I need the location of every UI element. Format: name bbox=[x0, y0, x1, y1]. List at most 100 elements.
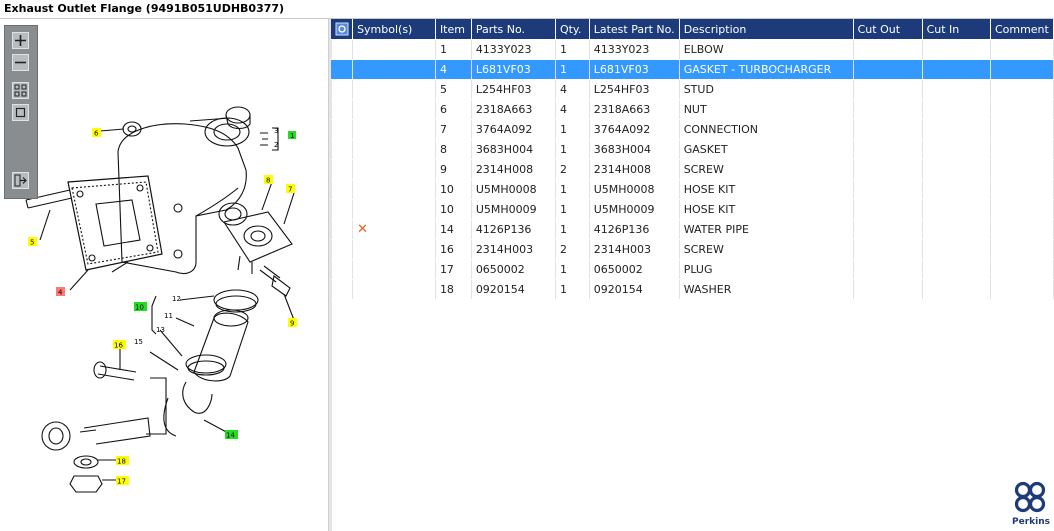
callout-9: 9 bbox=[290, 320, 294, 328]
callout-10: 10 bbox=[135, 304, 144, 312]
cell-part-no: U5MH0009 bbox=[471, 199, 556, 220]
cell-item: 18 bbox=[435, 279, 472, 300]
callout-5: 5 bbox=[30, 239, 34, 247]
table-header-row: Symbol(s) Item Parts No. Qty. Latest Par… bbox=[331, 19, 1054, 40]
cell-part-no: 2314H008 bbox=[471, 159, 556, 180]
callout-13: 13 bbox=[156, 326, 165, 334]
cell-cut-out bbox=[853, 179, 923, 200]
cell-qty: 1 bbox=[555, 179, 590, 200]
table-row[interactable]: 18 0920154 1 0920154 WASHER bbox=[331, 279, 1054, 300]
cell-qty: 1 bbox=[555, 259, 590, 280]
column-header-item[interactable]: Item bbox=[435, 19, 472, 40]
cell-qty: 1 bbox=[555, 279, 590, 300]
column-chooser-header[interactable] bbox=[331, 19, 354, 40]
column-header-parts-no[interactable]: Parts No. bbox=[471, 19, 556, 40]
callout-3: 3 bbox=[274, 127, 278, 135]
callout-6: 6 bbox=[94, 130, 99, 138]
parts-table-pane: Symbol(s) Item Parts No. Qty. Latest Par… bbox=[331, 19, 1054, 531]
fit-all-button[interactable] bbox=[12, 82, 29, 99]
column-header-qty[interactable]: Qty. bbox=[555, 19, 590, 40]
callout-16: 16 bbox=[114, 342, 123, 350]
fit-window-button[interactable] bbox=[12, 104, 29, 121]
cell-latest-part-no: L254HF03 bbox=[589, 79, 680, 100]
cell-description: WATER PIPE bbox=[679, 219, 854, 240]
cell-description: PLUG bbox=[679, 259, 854, 280]
brand-name: Perkins bbox=[1012, 517, 1050, 527]
cell-cut-in bbox=[922, 279, 991, 300]
cell-qty: 1 bbox=[555, 59, 590, 80]
minus-icon bbox=[15, 61, 26, 64]
table-row[interactable]: 10 U5MH0009 1 U5MH0009 HOSE KIT bbox=[331, 199, 1054, 220]
cell-cut-in bbox=[922, 39, 991, 60]
table-row-selected[interactable]: 4 L681VF03 1 L681VF03 GASKET - TURBOCHARGER bbox=[331, 59, 1054, 80]
cell-item: 1 bbox=[435, 39, 472, 60]
cell-symbol bbox=[352, 119, 436, 140]
cell-comment bbox=[990, 219, 1054, 240]
cell-part-no: 3764A092 bbox=[471, 119, 556, 140]
column-header-latest-part-no[interactable]: Latest Part No. bbox=[589, 19, 680, 40]
export-button[interactable] bbox=[12, 172, 29, 189]
zoom-out-button[interactable] bbox=[12, 54, 29, 71]
cell-description: GASKET bbox=[679, 139, 854, 160]
cell-latest-part-no: 2314H008 bbox=[589, 159, 680, 180]
exploded-parts-diagram[interactable]: 6 1 3 2 8 7 5 4 9 12 10 11 13 15 16 14 1… bbox=[0, 19, 328, 531]
table-row[interactable]: ✕ 14 4126P136 1 4126P136 WATER PIPE bbox=[331, 219, 1054, 240]
cell-comment bbox=[990, 99, 1054, 120]
cell-symbol bbox=[352, 139, 436, 160]
cell-comment bbox=[990, 139, 1054, 160]
cell-qty: 1 bbox=[555, 39, 590, 60]
table-row[interactable]: 7 3764A092 1 3764A092 CONNECTION bbox=[331, 119, 1054, 140]
table-row[interactable]: 17 0650002 1 0650002 PLUG bbox=[331, 259, 1054, 280]
cell-part-no: 0650002 bbox=[471, 259, 556, 280]
cell-comment bbox=[990, 39, 1054, 60]
cell-part-no: 2314H003 bbox=[471, 239, 556, 260]
callout-7: 7 bbox=[288, 186, 292, 194]
zoom-in-button[interactable] bbox=[12, 32, 29, 49]
callout-8: 8 bbox=[266, 177, 270, 185]
column-header-comment[interactable]: Comment bbox=[990, 19, 1054, 40]
table-row[interactable]: 8 3683H004 1 3683H004 GASKET bbox=[331, 139, 1054, 160]
callout-11: 11 bbox=[164, 312, 173, 320]
table-row[interactable]: 6 2318A663 4 2318A663 NUT bbox=[331, 99, 1054, 120]
cell-cut-out bbox=[853, 119, 923, 140]
cell-part-no: 4126P136 bbox=[471, 219, 556, 240]
cell-latest-part-no: 0920154 bbox=[589, 279, 680, 300]
cell-qty: 2 bbox=[555, 159, 590, 180]
cell-symbol bbox=[352, 59, 436, 80]
callout-1: 1 bbox=[290, 132, 294, 140]
cell-part-no: 4133Y023 bbox=[471, 39, 556, 60]
cell-item: 6 bbox=[435, 99, 472, 120]
cell-cut-out bbox=[853, 139, 923, 160]
grid-icon bbox=[14, 84, 27, 97]
callout-17: 17 bbox=[117, 478, 126, 486]
cell-item: 17 bbox=[435, 259, 472, 280]
column-header-description[interactable]: Description bbox=[679, 19, 854, 40]
cell-comment bbox=[990, 159, 1054, 180]
column-header-symbols[interactable]: Symbol(s) bbox=[352, 19, 436, 40]
column-settings-icon bbox=[335, 22, 349, 36]
table-row[interactable]: 9 2314H008 2 2314H008 SCREW bbox=[331, 159, 1054, 180]
table-row[interactable]: 16 2314H003 2 2314H003 SCREW bbox=[331, 239, 1054, 260]
cell-item: 14 bbox=[435, 219, 472, 240]
table-row[interactable]: 5 L254HF03 4 L254HF03 STUD bbox=[331, 79, 1054, 100]
cell-latest-part-no: 4133Y023 bbox=[589, 39, 680, 60]
table-row[interactable]: 1 4133Y023 1 4133Y023 ELBOW bbox=[331, 39, 1054, 60]
cell-comment bbox=[990, 259, 1054, 280]
table-row[interactable]: 10 U5MH0008 1 U5MH0008 HOSE KIT bbox=[331, 179, 1054, 200]
cell-item: 7 bbox=[435, 119, 472, 140]
cell-cut-in bbox=[922, 219, 991, 240]
cell-cut-out bbox=[853, 159, 923, 180]
cell-cut-in bbox=[922, 139, 991, 160]
diagram-pane[interactable]: 6 1 3 2 8 7 5 4 9 12 10 11 13 15 16 14 1… bbox=[0, 19, 328, 531]
cell-description: CONNECTION bbox=[679, 119, 854, 140]
cell-symbol bbox=[352, 99, 436, 120]
cell-item: 4 bbox=[435, 59, 472, 80]
cell-cut-out bbox=[853, 99, 923, 120]
callout-12: 12 bbox=[172, 295, 181, 303]
cell-latest-part-no: U5MH0009 bbox=[589, 199, 680, 220]
column-header-cut-in[interactable]: Cut In bbox=[922, 19, 991, 40]
export-arrow-icon bbox=[14, 174, 27, 187]
column-header-cut-out[interactable]: Cut Out bbox=[853, 19, 923, 40]
cell-item: 9 bbox=[435, 159, 472, 180]
cell-part-no: 3683H004 bbox=[471, 139, 556, 160]
